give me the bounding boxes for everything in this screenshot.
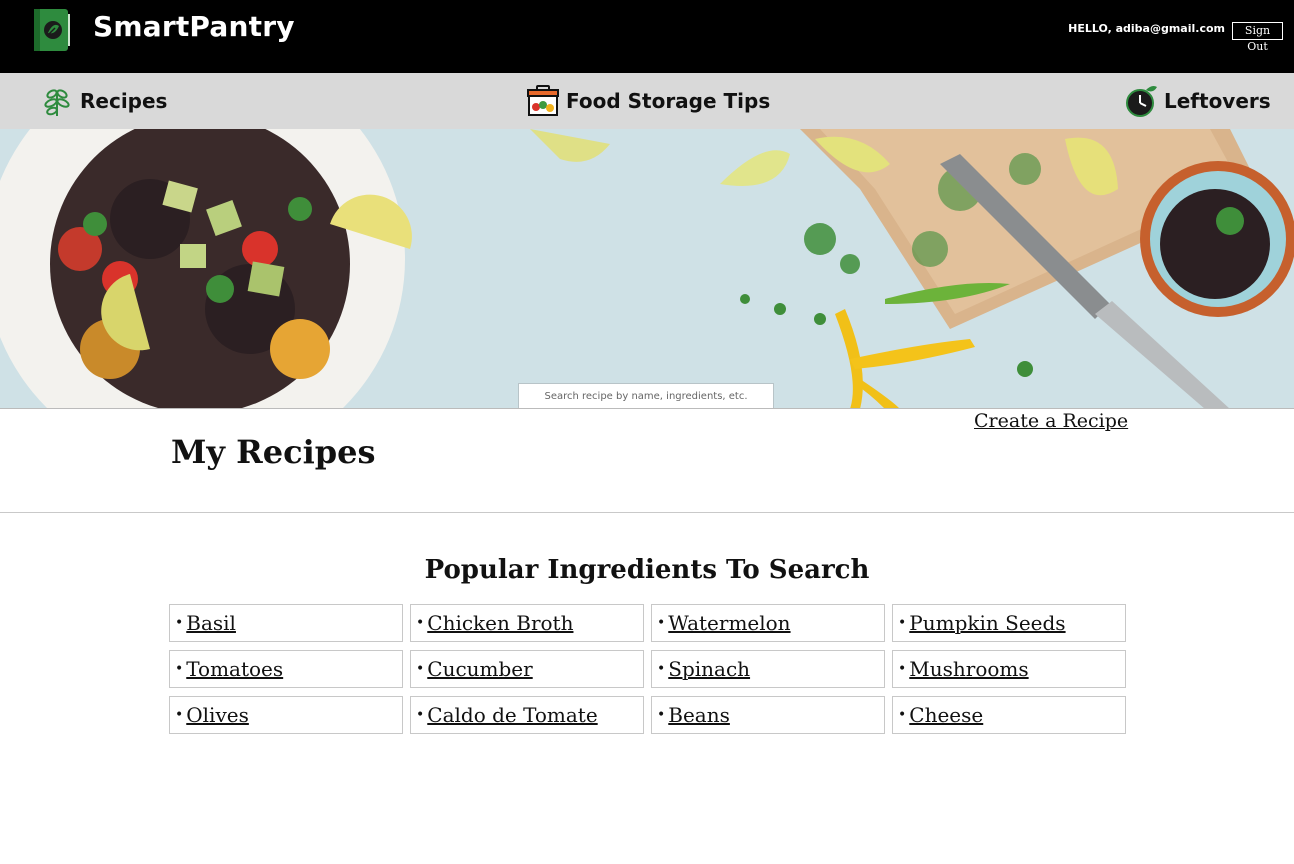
ingredient-link-basil[interactable]: Basil	[186, 611, 236, 635]
bullet: •	[657, 707, 666, 723]
bullet: •	[175, 661, 184, 677]
top-header: SmartPantry HELLO, adiba@gmail.com Sign …	[0, 0, 1294, 73]
ingredient-cell: • Cheese	[892, 696, 1126, 734]
ingredient-cell: • Cucumber	[410, 650, 644, 688]
ingredient-link-cheese[interactable]: Cheese	[909, 703, 983, 727]
ingredient-cell: • Chicken Broth	[410, 604, 644, 642]
bullet: •	[175, 707, 184, 723]
recipe-search-input[interactable]	[518, 383, 774, 408]
bullet: •	[898, 707, 907, 723]
sign-out-button[interactable]: Sign Out	[1232, 22, 1283, 53]
clock-leaf-icon	[1126, 86, 1157, 117]
bullet: •	[175, 615, 184, 631]
section-divider	[0, 512, 1294, 513]
popular-ingredients-heading: Popular Ingredients To Search	[424, 555, 870, 585]
ingredient-cell: • Caldo de Tomate	[410, 696, 644, 734]
ingredient-cell: • Beans	[651, 696, 885, 734]
popular-ingredients-grid: • Basil • Chicken Broth • Watermelon • Pumpk…	[169, 604, 1126, 734]
ingredient-link-spinach[interactable]: Spinach	[668, 657, 750, 681]
brand-name[interactable]: SmartPantry	[93, 10, 295, 43]
ingredient-link-cucumber[interactable]: Cucumber	[427, 657, 532, 681]
user-greeting: HELLO, adiba@gmail.com	[1068, 22, 1225, 35]
bullet: •	[657, 661, 666, 677]
ingredient-cell: • Tomatoes	[169, 650, 403, 688]
nav-recipes[interactable]: Recipes	[40, 73, 167, 129]
ingredient-cell: • Watermelon	[651, 604, 885, 642]
book-leaf-icon[interactable]	[31, 8, 71, 52]
bullet: •	[416, 661, 425, 677]
ingredient-cell: • Mushrooms	[892, 650, 1126, 688]
herb-icon	[44, 89, 70, 116]
ingredient-cell: • Olives	[169, 696, 403, 734]
ingredient-link-olives[interactable]: Olives	[186, 703, 249, 727]
ingredient-cell: • Basil	[169, 604, 403, 642]
ingredient-link-beans[interactable]: Beans	[668, 703, 730, 727]
nav-leftovers-label: Leftovers	[1164, 89, 1271, 113]
hero-food-image	[0, 129, 1294, 408]
ingredient-cell: • Spinach	[651, 650, 885, 688]
pantry-box-icon	[527, 85, 559, 116]
nav-food-storage-tips-label: Food Storage Tips	[566, 89, 771, 113]
bullet: •	[898, 661, 907, 677]
bullet: •	[416, 615, 425, 631]
nav-food-storage-tips[interactable]: Food Storage Tips	[526, 73, 770, 129]
nav-leftovers[interactable]: Leftovers	[1124, 73, 1271, 129]
my-recipes-heading: My Recipes	[171, 433, 376, 471]
bullet: •	[657, 615, 666, 631]
bullet: •	[898, 615, 907, 631]
ingredient-link-watermelon[interactable]: Watermelon	[668, 611, 790, 635]
main-nav: Recipes Food Storage Tips Leftovers	[0, 73, 1294, 129]
bullet: •	[416, 707, 425, 723]
nav-recipes-label: Recipes	[80, 89, 168, 113]
ingredient-link-chicken-broth[interactable]: Chicken Broth	[427, 611, 573, 635]
create-recipe-link[interactable]: Create a Recipe	[974, 410, 1128, 432]
ingredient-cell: • Pumpkin Seeds	[892, 604, 1126, 642]
ingredient-link-tomatoes[interactable]: Tomatoes	[186, 657, 283, 681]
ingredient-link-mushrooms[interactable]: Mushrooms	[909, 657, 1028, 681]
ingredient-link-pumpkin-seeds[interactable]: Pumpkin Seeds	[909, 611, 1065, 635]
hero-banner	[0, 129, 1294, 409]
ingredient-link-caldo-de-tomate[interactable]: Caldo de Tomate	[427, 703, 597, 727]
